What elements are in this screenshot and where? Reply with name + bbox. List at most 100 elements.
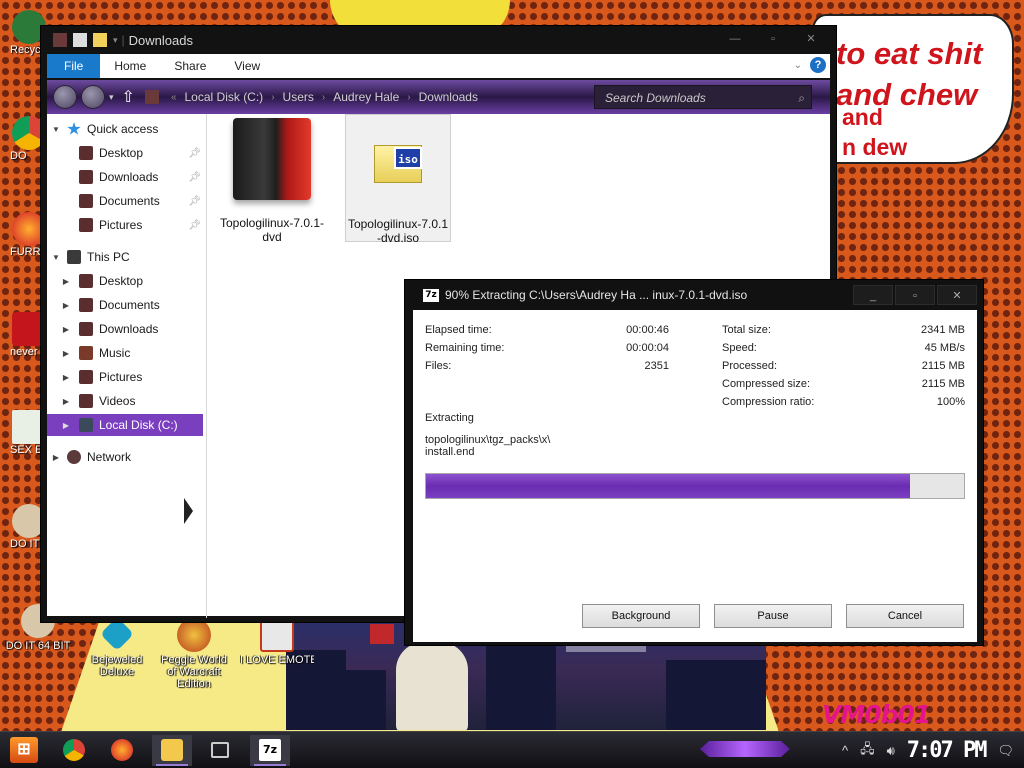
stat-value: 100% xyxy=(936,396,965,408)
nav-quick-downloads[interactable]: Downloads 📌︎ xyxy=(47,166,203,188)
peggle-icon xyxy=(177,618,211,652)
address-bar: ▾ ⇧ « Local Disk (C:) › Users › Audrey H… xyxy=(47,80,830,114)
cancel-button[interactable]: Cancel xyxy=(846,604,964,628)
file-item[interactable]: Topologilinux-7.0.1-dvd xyxy=(219,114,325,244)
breadcrumb-item[interactable]: Audrey Hale xyxy=(333,90,399,104)
dialog-title: 90% Extracting C:\Users\Audrey Ha ... in… xyxy=(445,288,748,302)
search-input[interactable]: Search Downloads ⌕ xyxy=(594,85,812,109)
speech-bubble: to eat shit and chew and n dew xyxy=(812,14,1014,164)
nav-pc-documents[interactable]: ▶ Documents xyxy=(47,294,203,316)
desktop-icon-peggle[interactable]: Peggle World of Warcraft Edition xyxy=(156,618,232,690)
recent-locations-icon[interactable]: ▾ xyxy=(109,92,114,103)
chevron-up-icon[interactable]: ^ xyxy=(842,743,848,758)
progress-fill xyxy=(426,474,911,498)
app-icon xyxy=(53,33,67,47)
maximize-button[interactable]: ▫ xyxy=(756,30,790,48)
pin-icon[interactable]: 📌︎ xyxy=(188,172,201,183)
taskbar-firefox[interactable] xyxy=(102,735,142,766)
chevron-down-icon[interactable]: ⌄ xyxy=(794,60,802,71)
chevron-right-icon[interactable]: ▶ xyxy=(61,325,71,334)
close-button[interactable]: ✕ xyxy=(794,30,828,48)
dialog-body: Elapsed time: 00:00:46 Remaining time: 0… xyxy=(413,310,977,642)
minimize-button[interactable]: — xyxy=(718,30,752,48)
stat-label: Processed: xyxy=(722,360,778,372)
explorer-titlebar[interactable]: ▾ | Downloads — ▫ ✕ xyxy=(41,26,836,54)
stat-value: 2115 MB xyxy=(921,378,965,390)
help-icon[interactable]: ? xyxy=(810,57,826,73)
operation-label: Extracting xyxy=(425,412,474,424)
folder-icon[interactable] xyxy=(93,33,107,47)
taskbar-file-explorer[interactable] xyxy=(152,735,192,766)
file-item[interactable]: iso Topologilinux-7.0.1-dvd.iso xyxy=(345,114,451,245)
pin-icon[interactable]: 📌︎ xyxy=(188,196,201,207)
nav-pc-local-disk[interactable]: ▶ Local Disk (C:) xyxy=(47,414,203,436)
breadcrumb-item[interactable]: Users xyxy=(283,90,314,104)
breadcrumb[interactable]: « Local Disk (C:) › Users › Audrey Hale … xyxy=(144,90,478,104)
chevron-right-icon[interactable]: ▶ xyxy=(61,421,71,430)
stat-label: Speed: xyxy=(722,342,757,354)
dialog-titlebar[interactable]: 7z 90% Extracting C:\Users\Audrey Ha ...… xyxy=(405,280,983,310)
taskbar-chrome[interactable] xyxy=(54,735,94,766)
start-button[interactable]: ⊞ xyxy=(10,737,38,763)
iso-file-icon: iso xyxy=(368,131,428,201)
extract-progress-dialog: 7z 90% Extracting C:\Users\Audrey Ha ...… xyxy=(404,279,984,646)
desktop-icon-bejeweled[interactable]: Bejeweled Deluxe xyxy=(84,617,150,678)
notifications-icon[interactable]: 🗨︎ xyxy=(997,743,1014,759)
chevron-right-icon[interactable]: ▶ xyxy=(51,453,61,462)
stat-value: 45 MB/s xyxy=(924,342,965,354)
file-name: Topologilinux-7.0.1-dvd xyxy=(219,216,325,244)
pin-icon[interactable]: 📌︎ xyxy=(188,148,201,159)
taskbar-decoration xyxy=(700,741,790,757)
breadcrumb-item[interactable]: Downloads xyxy=(419,90,478,104)
network-icon[interactable]: 🖧︎ xyxy=(860,740,875,762)
nav-network[interactable]: ▶ Network xyxy=(47,446,203,468)
tab-file[interactable]: File xyxy=(47,54,101,78)
minimize-button[interactable]: _ xyxy=(853,285,893,305)
nav-pc-videos[interactable]: ▶ Videos xyxy=(47,390,203,412)
chevron-right-icon[interactable]: ▶ xyxy=(61,397,71,406)
volume-icon[interactable]: 🔊︎ xyxy=(887,743,895,759)
progress-bar xyxy=(425,473,965,499)
breadcrumb-item[interactable]: Local Disk (C:) xyxy=(185,90,264,104)
up-arrow-icon[interactable]: ⇧ xyxy=(122,87,135,107)
nav-quick-desktop[interactable]: Desktop 📌︎ xyxy=(47,142,203,164)
document-icon xyxy=(260,618,294,652)
nav-this-pc[interactable]: ▼ This PC xyxy=(47,246,203,268)
maximize-button[interactable]: ▫ xyxy=(895,285,935,305)
nav-quick-documents[interactable]: Documents 📌︎ xyxy=(47,190,203,212)
forward-button[interactable] xyxy=(81,85,105,109)
background-button[interactable]: Background xyxy=(582,604,700,628)
expand-icon[interactable]: ▼ xyxy=(51,125,61,134)
tab-share[interactable]: Share xyxy=(160,54,220,78)
tab-view[interactable]: View xyxy=(220,54,274,78)
downloads-folder-icon xyxy=(79,322,93,336)
properties-icon[interactable] xyxy=(73,33,87,47)
documents-folder-icon xyxy=(79,298,93,312)
chevron-right-icon[interactable]: ▶ xyxy=(61,349,71,358)
nav-quick-pictures[interactable]: Pictures 📌︎ xyxy=(47,214,203,236)
nav-pc-pictures[interactable]: ▶ Pictures xyxy=(47,366,203,388)
nav-pc-downloads[interactable]: ▶ Downloads xyxy=(47,318,203,340)
nav-pc-music[interactable]: ▶ Music xyxy=(47,342,203,364)
7zip-icon: 7z xyxy=(259,739,281,761)
chevron-right-icon[interactable]: ▶ xyxy=(61,277,71,286)
chevron-right-icon[interactable]: ▶ xyxy=(61,301,71,310)
navigation-pane: ▼ Quick access Desktop 📌︎ Downloads 📌︎ D… xyxy=(47,114,207,618)
taskbar-7zip[interactable]: 7z xyxy=(250,735,290,766)
back-button[interactable] xyxy=(53,85,77,109)
expand-icon[interactable]: ▼ xyxy=(51,253,61,262)
clock[interactable]: 7:07 PM xyxy=(907,738,988,763)
pause-button[interactable]: Pause xyxy=(714,604,832,628)
close-button[interactable]: ✕ xyxy=(937,285,977,305)
nav-pc-desktop[interactable]: ▶ Desktop xyxy=(47,270,203,292)
computer-icon xyxy=(67,250,81,264)
desktop-icon-emotet[interactable]: I LOVE EMOTET xyxy=(240,618,314,666)
taskbar-task-view[interactable] xyxy=(200,735,240,766)
tab-home[interactable]: Home xyxy=(100,54,160,78)
nav-quick-access[interactable]: ▼ Quick access xyxy=(47,118,203,140)
wallpaper-watermark: VM0b01 xyxy=(822,700,931,729)
location-icon xyxy=(144,90,159,104)
chevron-right-icon[interactable]: ▶ xyxy=(61,373,71,382)
chevron-down-icon[interactable]: ▾ xyxy=(113,35,118,46)
pin-icon[interactable]: 📌︎ xyxy=(188,220,201,231)
